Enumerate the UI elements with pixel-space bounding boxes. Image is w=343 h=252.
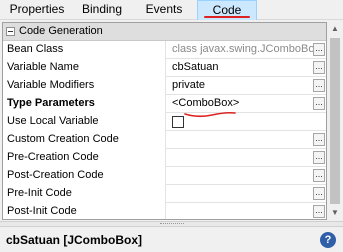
tab-events[interactable]: Events [136, 0, 192, 20]
scrollbar-thumb[interactable] [330, 38, 340, 204]
ellipsis-button[interactable]: ... [313, 169, 325, 182]
property-value[interactable] [167, 149, 326, 167]
tab-code[interactable]: Code [197, 0, 257, 20]
tab-properties[interactable]: Properties [4, 0, 70, 20]
property-row-type-parameters[interactable]: Type Parameters <ComboBox> ... [3, 95, 326, 113]
property-name: Pre-Init Code [3, 185, 166, 203]
property-name: Post-Creation Code [3, 167, 166, 185]
use-local-variable-checkbox[interactable] [172, 116, 184, 128]
property-name: Type Parameters [3, 95, 166, 113]
property-row-variable-modifiers[interactable]: Variable Modifiers private ... [3, 77, 326, 95]
property-row-post-creation-code[interactable]: Post-Creation Code ... [3, 167, 326, 185]
ellipsis-button[interactable]: ... [313, 151, 325, 164]
scroll-down-icon[interactable]: ▼ [328, 206, 342, 220]
ellipsis-button[interactable]: ... [313, 205, 325, 218]
property-row-post-init-code[interactable]: Post-Init Code ... [3, 203, 326, 219]
property-name: Post-Init Code [3, 203, 166, 219]
ellipsis-button[interactable]: ... [313, 97, 325, 110]
tab-bar: Properties Binding Events Code [0, 0, 343, 20]
property-grid: Code Generation Bean Class class javax.s… [2, 22, 327, 220]
ellipsis-button[interactable]: ... [313, 133, 325, 146]
property-row-bean-class[interactable]: Bean Class class javax.swing.JComboBox .… [3, 41, 326, 59]
property-name: Variable Modifiers [3, 77, 166, 95]
ellipsis-button[interactable]: ... [313, 61, 325, 74]
collapse-icon[interactable] [6, 27, 15, 36]
ellipsis-button[interactable]: ... [313, 79, 325, 92]
property-name: Pre-Creation Code [3, 149, 166, 167]
property-name: Variable Name [3, 59, 166, 77]
scroll-up-icon[interactable]: ▲ [328, 22, 342, 36]
tab-code-annotation-underline [204, 16, 250, 18]
help-icon[interactable]: ? [320, 232, 336, 248]
property-name: Use Local Variable [3, 113, 166, 131]
property-row-pre-creation-code[interactable]: Pre-Creation Code ... [3, 149, 326, 167]
splitter-grip-icon [160, 223, 184, 225]
annotation-underline [184, 111, 236, 118]
selected-component-label: cbSatuan [JComboBox] [6, 233, 143, 247]
ellipsis-button[interactable]: ... [313, 187, 325, 200]
tab-code-label: Code [212, 3, 242, 17]
property-value[interactable] [167, 203, 326, 219]
property-value[interactable]: private [167, 77, 326, 95]
property-row-pre-init-code[interactable]: Pre-Init Code ... [3, 185, 326, 203]
tab-binding[interactable]: Binding [74, 0, 130, 20]
section-title: Code Generation [19, 25, 103, 37]
property-value[interactable] [167, 167, 326, 185]
property-value[interactable] [167, 185, 326, 203]
property-row-custom-creation-code[interactable]: Custom Creation Code ... [3, 131, 326, 149]
property-name: Custom Creation Code [3, 131, 166, 149]
property-row-variable-name[interactable]: Variable Name cbSatuan ... [3, 59, 326, 77]
property-row-use-local-variable[interactable]: Use Local Variable [3, 113, 326, 131]
property-value[interactable]: cbSatuan [167, 59, 326, 77]
vertical-scrollbar[interactable]: ▲ ▼ [328, 22, 342, 220]
status-bar: cbSatuan [JComboBox] ? [0, 227, 343, 252]
property-value[interactable] [167, 131, 326, 149]
section-header[interactable]: Code Generation [3, 23, 326, 41]
ellipsis-button[interactable]: ... [313, 43, 325, 56]
property-value: class javax.swing.JComboBox [172, 43, 320, 55]
property-name: Bean Class [3, 41, 166, 59]
